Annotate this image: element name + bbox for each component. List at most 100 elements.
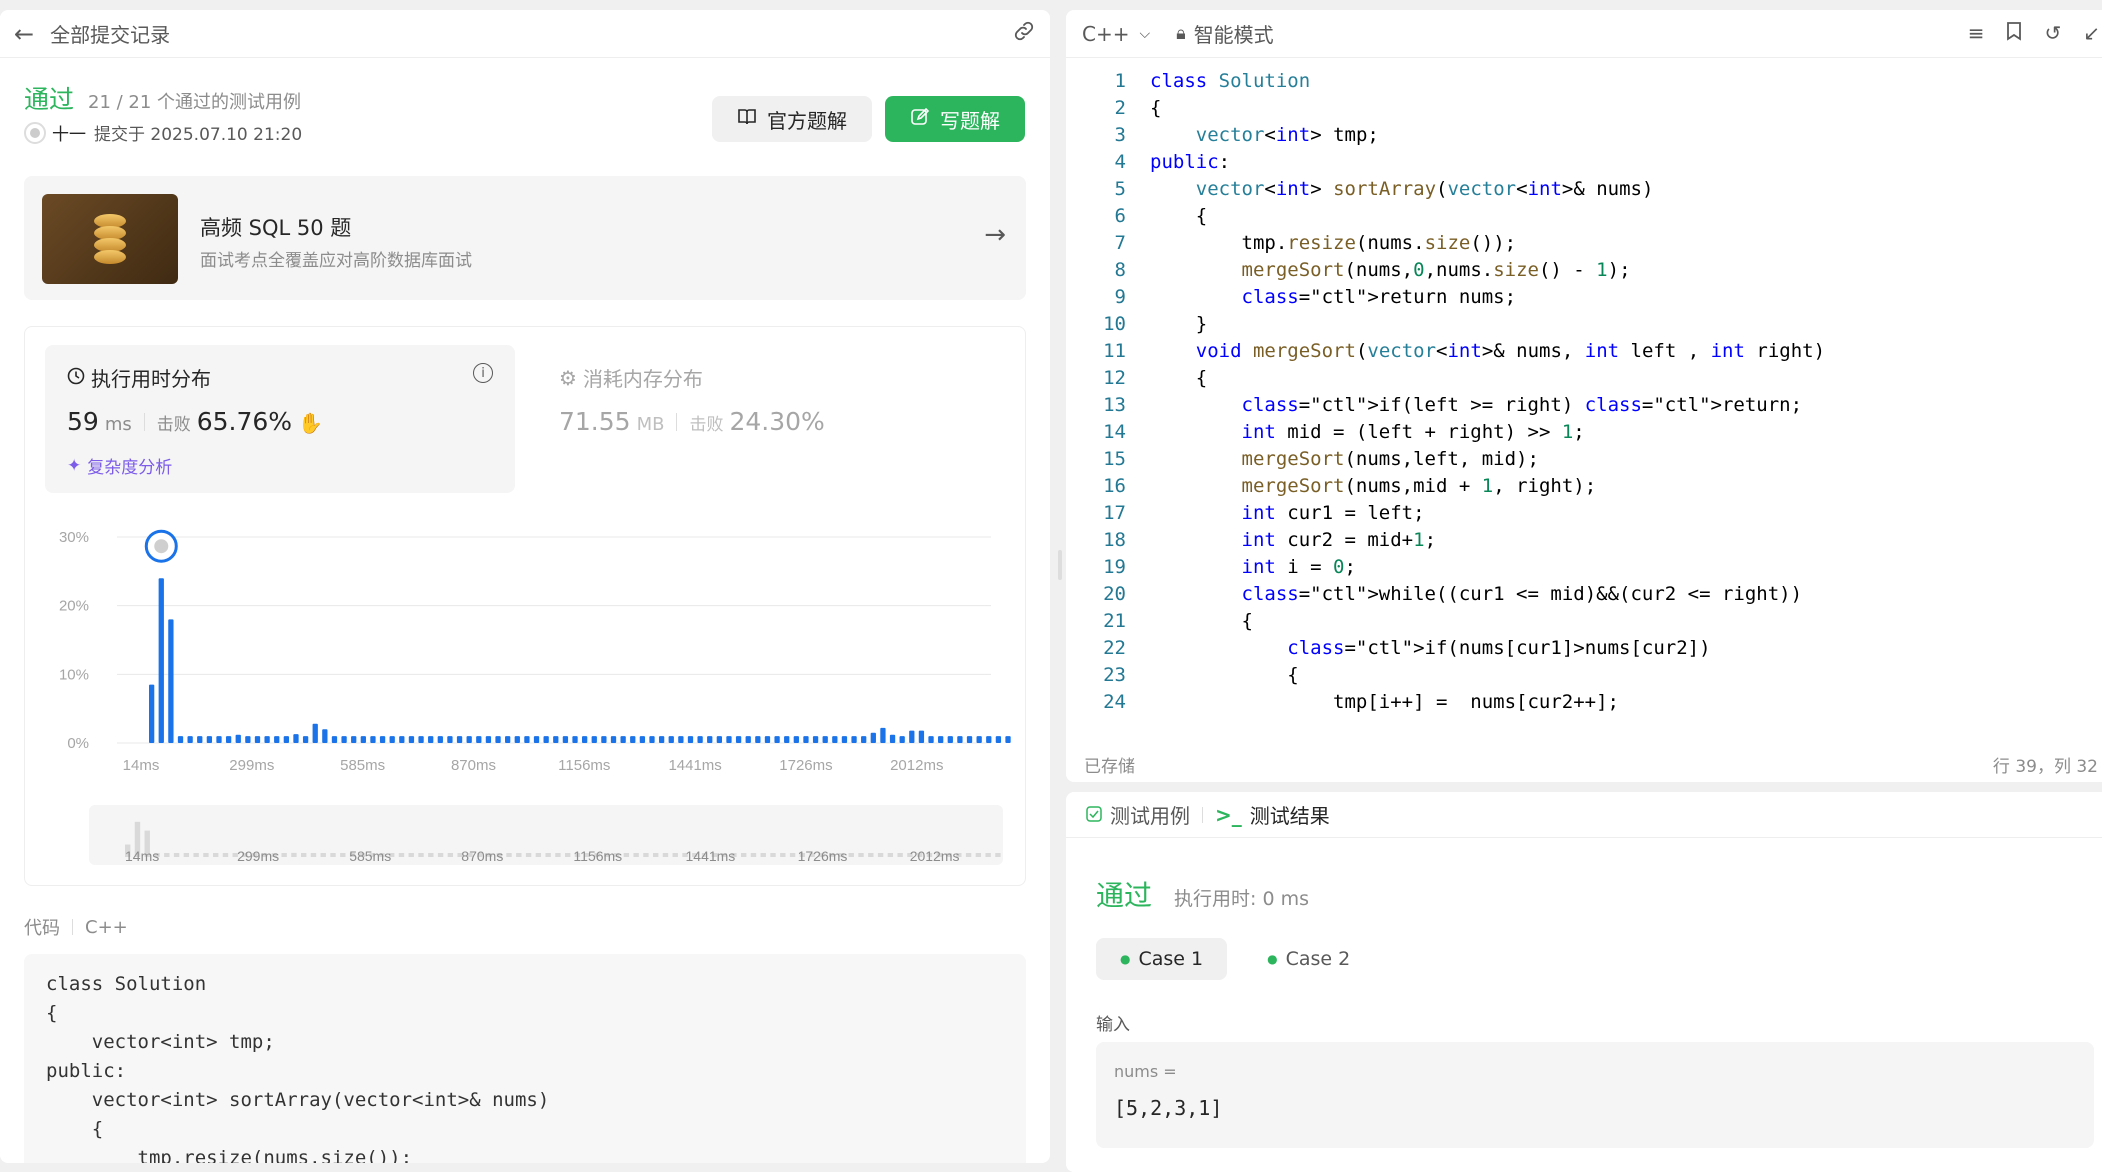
histogram-bar[interactable]: [812, 736, 819, 743]
link-icon[interactable]: [1012, 19, 1036, 48]
histogram-bar[interactable]: [187, 736, 193, 743]
histogram-bar[interactable]: [476, 736, 482, 743]
histogram-bar[interactable]: [312, 723, 318, 743]
histogram-bar[interactable]: [870, 732, 876, 743]
code-line[interactable]: 20 class="ctl">while((cur1 <= mid)&&(cur…: [1066, 581, 2102, 608]
histogram-bar[interactable]: [293, 734, 299, 743]
histogram-bar[interactable]: [793, 736, 799, 743]
line-source[interactable]: class="ctl">if(left >= right) class="ctl…: [1150, 392, 1803, 419]
line-source[interactable]: int mid = (left + right) >> 1;: [1150, 419, 1585, 446]
code-line[interactable]: 23 {: [1066, 662, 2102, 689]
histogram-bar[interactable]: [918, 730, 925, 743]
histogram-bar[interactable]: [533, 736, 540, 743]
histogram-bar[interactable]: [158, 578, 164, 743]
complexity-analysis-link[interactable]: ✦ 复杂度分析: [67, 453, 172, 479]
histogram-bar[interactable]: [822, 736, 828, 743]
line-source[interactable]: {: [1150, 365, 1207, 392]
histogram-bar[interactable]: [360, 736, 366, 743]
histogram-bar[interactable]: [630, 736, 636, 743]
line-source[interactable]: mergeSort(nums,mid + 1, right);: [1150, 473, 1597, 500]
histogram-bar[interactable]: [803, 736, 809, 743]
histogram-bar[interactable]: [466, 736, 472, 743]
line-source[interactable]: public:: [1150, 149, 1230, 176]
histogram-bar[interactable]: [1005, 736, 1011, 743]
histogram-bar[interactable]: [216, 736, 222, 743]
histogram-bar[interactable]: [620, 736, 626, 743]
histogram-bar[interactable]: [399, 736, 405, 743]
histogram-bar[interactable]: [456, 736, 463, 743]
code-line[interactable]: 19 int i = 0;: [1066, 554, 2102, 581]
code-line[interactable]: 2{: [1066, 95, 2102, 122]
histogram-bar[interactable]: [245, 736, 251, 743]
language-selector[interactable]: C++ ⌵: [1082, 22, 1150, 46]
back-arrow-icon[interactable]: ←: [14, 20, 34, 48]
tab-testcases[interactable]: 测试用例: [1086, 800, 1190, 829]
line-source[interactable]: tmp[i++] = nums[cur2++];: [1150, 689, 1619, 716]
histogram-bar[interactable]: [302, 736, 309, 743]
avatar[interactable]: [24, 121, 46, 144]
histogram-bar[interactable]: [225, 736, 232, 743]
line-source[interactable]: {: [1150, 662, 1298, 689]
code-line[interactable]: 11 void mergeSort(vector<int>& nums, int…: [1066, 338, 2102, 365]
code-line[interactable]: 17 int cur1 = left;: [1066, 500, 2102, 527]
histogram-bar[interactable]: [197, 736, 203, 743]
code-line[interactable]: 8 mergeSort(nums,0,nums.size() - 1);: [1066, 257, 2102, 284]
write-solution-button[interactable]: 写题解: [885, 96, 1025, 142]
case-1-button[interactable]: ● Case 1: [1096, 938, 1228, 980]
histogram-bar[interactable]: [726, 736, 732, 743]
histogram-bar[interactable]: [928, 736, 934, 743]
username[interactable]: 十一: [52, 120, 86, 145]
line-source[interactable]: int cur1 = left;: [1150, 500, 1425, 527]
code-line[interactable]: 15 mergeSort(nums,left, mid);: [1066, 446, 2102, 473]
histogram-bar[interactable]: [841, 736, 848, 743]
histogram-bar[interactable]: [735, 736, 742, 743]
histogram-bar[interactable]: [697, 736, 703, 743]
histogram-bar[interactable]: [784, 736, 790, 743]
line-source[interactable]: mergeSort(nums,0,nums.size() - 1);: [1150, 257, 1631, 284]
histogram-bar[interactable]: [495, 736, 501, 743]
histogram-bar[interactable]: [687, 736, 694, 743]
line-source[interactable]: class="ctl">while((cur1 <= mid)&&(cur2 <…: [1150, 581, 1803, 608]
histogram-bar[interactable]: [283, 736, 290, 743]
histogram-bar[interactable]: [986, 736, 992, 743]
histogram-bar[interactable]: [168, 619, 174, 743]
bookmark-icon[interactable]: [2006, 21, 2022, 46]
line-source[interactable]: {: [1150, 203, 1207, 230]
histogram-bar[interactable]: [264, 736, 270, 743]
memory-distribution-tab[interactable]: ⚙ 消耗内存分布 71.55 MB 击败 24.30%: [555, 345, 995, 493]
code-line[interactable]: 12 {: [1066, 365, 2102, 392]
code-line[interactable]: 18 int cur2 = mid+1;: [1066, 527, 2102, 554]
histogram-bar[interactable]: [437, 736, 443, 743]
histogram-bar[interactable]: [274, 736, 280, 743]
histogram-bar[interactable]: [880, 727, 886, 743]
histogram-bar[interactable]: [149, 684, 155, 743]
histogram-bar[interactable]: [899, 736, 905, 743]
histogram-bar[interactable]: [851, 736, 857, 743]
sql-study-plan-card[interactable]: 高频 SQL 50 题 面试考点全覆盖应对高阶数据库面试 →: [24, 176, 1026, 300]
histogram-bar[interactable]: [418, 736, 424, 743]
histogram-bar[interactable]: [591, 736, 597, 743]
code-line[interactable]: 13 class="ctl">if(left >= right) class="…: [1066, 392, 2102, 419]
histogram-bar[interactable]: [447, 736, 453, 743]
line-source[interactable]: vector<int> tmp;: [1150, 122, 1379, 149]
histogram-bar[interactable]: [909, 730, 915, 743]
line-source[interactable]: mergeSort(nums,left, mid);: [1150, 446, 1539, 473]
code-line[interactable]: 21 {: [1066, 608, 2102, 635]
histogram-bar[interactable]: [861, 736, 867, 743]
histogram-bar[interactable]: [658, 736, 665, 743]
case-2-button[interactable]: ● Case 2: [1243, 938, 1374, 980]
code-line[interactable]: 3 vector<int> tmp;: [1066, 122, 2102, 149]
histogram-bar[interactable]: [331, 736, 338, 743]
histogram-bar[interactable]: [601, 736, 607, 743]
code-line[interactable]: 24 tmp[i++] = nums[cur2++];: [1066, 689, 2102, 716]
line-source[interactable]: int i = 0;: [1150, 554, 1356, 581]
line-source[interactable]: {: [1150, 95, 1161, 122]
tab-results[interactable]: >_ 测试结果: [1215, 800, 1330, 829]
info-icon[interactable]: i: [473, 363, 493, 383]
histogram-bar[interactable]: [553, 736, 559, 743]
histogram-bar[interactable]: [668, 736, 674, 743]
histogram-bar[interactable]: [254, 736, 261, 743]
code-line[interactable]: 1 class Solution: [1066, 68, 2102, 95]
line-source[interactable]: int cur2 = mid+1;: [1150, 527, 1437, 554]
line-source[interactable]: }: [1150, 311, 1207, 338]
